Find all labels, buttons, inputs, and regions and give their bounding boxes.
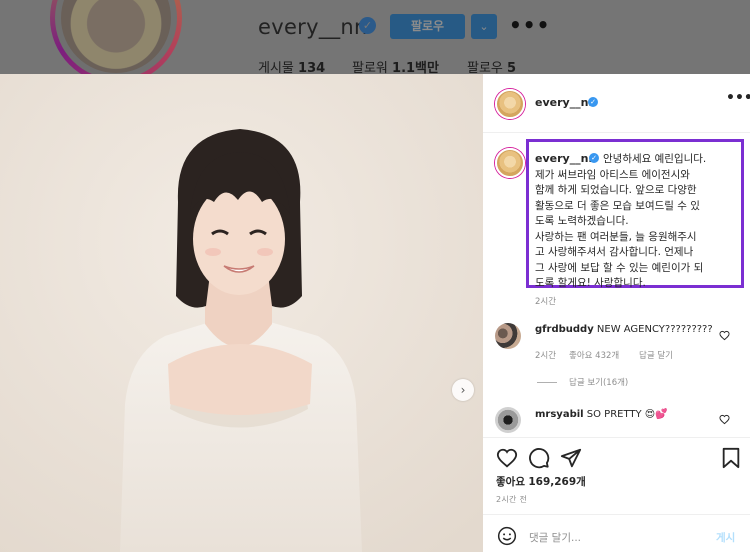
comment-avatar[interactable] (495, 323, 521, 349)
divider (483, 132, 750, 133)
portrait-photo (0, 74, 483, 552)
post-options-button[interactable]: ••• (726, 90, 750, 106)
divider (483, 514, 750, 515)
profile-avatar[interactable] (50, 0, 182, 84)
verified-badge-icon: ✓ (588, 97, 598, 107)
caption-text: 안녕하세요 예린입니다. 제가 써브라임 아티스트 에이전시와 함께 하게 되었… (535, 152, 740, 292)
profile-username[interactable]: every__nn (258, 15, 368, 39)
comment-text: SO PRETTY 😍💕 (586, 409, 668, 420)
likes-count[interactable]: 좋아요 169,269개 (496, 474, 586, 489)
likes-label: 좋아요 (496, 476, 525, 488)
comment-icon[interactable] (528, 447, 550, 469)
comment-likes[interactable]: 좋아요 432개 (569, 349, 619, 361)
comment-time: 2시간 (535, 351, 557, 361)
more-options-button[interactable]: ••• (509, 13, 550, 37)
profile-header: every__nn ✓ 팔로우 ⌄ ••• 게시물 134 팔로워 1.1백만 … (0, 0, 750, 84)
caption-body: 안녕하세요 예린입니다. 제가 써브라임 아티스트 에이전시와 함께 하게 되었… (535, 153, 707, 289)
comment-input[interactable]: 댓글 달기... (529, 530, 581, 545)
heart-icon[interactable] (719, 330, 730, 341)
share-icon[interactable] (560, 447, 582, 469)
view-replies-button[interactable]: 답글 보기(16개) (569, 376, 628, 388)
comment-username[interactable]: mrsyabil (535, 409, 584, 420)
like-heart-icon[interactable] (496, 447, 518, 469)
divider (483, 437, 750, 438)
comment-username[interactable]: gfrdbuddy (535, 324, 594, 335)
post-author-avatar[interactable] (495, 89, 525, 119)
bookmark-icon[interactable] (721, 447, 741, 469)
follow-button[interactable]: 팔로우 (390, 14, 465, 39)
post-photo[interactable]: › (0, 74, 483, 552)
emoji-icon[interactable] (497, 526, 517, 546)
caption-time: 2시간 (535, 297, 557, 307)
likes-value: 169,269개 (528, 476, 586, 488)
verified-badge-icon: ✓ (359, 17, 376, 34)
chevron-down-icon[interactable]: ⌄ (471, 14, 497, 39)
comment-text: NEW AGENCY????????? (596, 324, 713, 335)
post-side-panel: every__nn ✓ ••• every__nn ✓ 안녕하세요 예린입니다.… (483, 74, 750, 552)
comment-avatar[interactable] (495, 407, 521, 433)
replies-divider (537, 382, 557, 383)
caption-author-avatar[interactable] (495, 148, 525, 178)
post-time: 2시간 전 (496, 495, 528, 504)
heart-icon[interactable] (719, 414, 730, 425)
comment-item: gfrdbuddy NEW AGENCY????????? (535, 324, 713, 335)
post-comment-button[interactable]: 게시 (716, 530, 735, 545)
reply-button[interactable]: 답글 달기 (639, 349, 673, 361)
comment-item: mrsyabil SO PRETTY 😍💕 (535, 409, 668, 420)
next-photo-button[interactable]: › (452, 379, 474, 401)
